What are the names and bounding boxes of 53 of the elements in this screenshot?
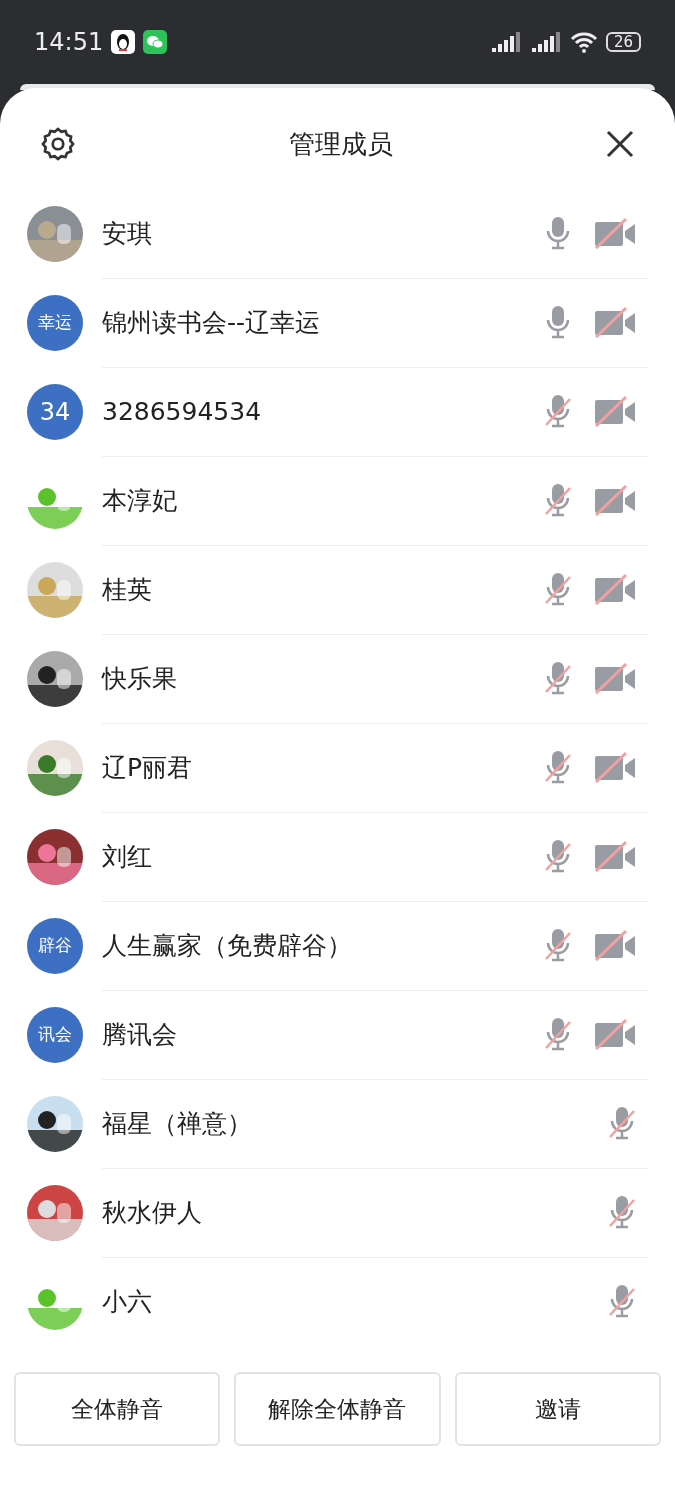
avatar-initials: 辟谷 [27,917,83,974]
member-name: 锦州读书会--辽幸运 [102,306,322,339]
camera-off-icon[interactable] [594,1018,636,1050]
action-button[interactable]: 邀请 [454,1372,661,1446]
action-button[interactable]: 解除全体静音 [234,1372,441,1446]
settings-icon[interactable] [40,126,76,162]
avatar-initials: 幸运 [27,294,83,351]
battery-level: 26 [605,32,641,52]
muted-mic-icon[interactable] [544,928,572,962]
member-name: 本淳妃 [102,484,178,517]
camera-off-icon[interactable] [594,662,636,694]
muted-mic-icon[interactable] [544,839,572,873]
member-name: 3286594534 [102,396,263,426]
member-name: 快乐果 [102,662,178,695]
action-button[interactable]: 全体静音 [14,1372,221,1446]
member-name: 福星（禅意） [102,1107,253,1140]
member-name: 秋水伊人 [102,1196,203,1229]
muted-mic-icon[interactable] [608,1284,636,1318]
muted-mic-icon[interactable] [608,1106,636,1140]
sheet-title: 管理成员 [288,127,393,161]
member-name: 辽P丽君 [102,751,194,784]
status-time: 14:51 [34,28,104,56]
muted-mic-icon[interactable] [544,394,572,428]
signal-icon [529,30,562,54]
muted-mic-icon[interactable] [544,483,572,517]
muted-mic-icon[interactable] [544,661,572,695]
signal-icon [489,30,522,54]
avatar-initials: 34 [27,383,83,440]
penguin-icon [111,30,136,54]
wifi-icon [569,30,598,54]
muted-mic-icon[interactable] [608,1195,636,1229]
camera-off-icon[interactable] [594,929,636,961]
camera-off-icon[interactable] [594,573,636,605]
camera-off-icon[interactable] [594,484,636,516]
muted-mic-icon[interactable] [544,750,572,784]
avatar-initials: 讯会 [27,1006,83,1063]
camera-off-icon[interactable] [594,395,636,427]
camera-off-icon[interactable] [594,306,636,338]
mic-icon[interactable] [544,216,572,250]
member-name: 安琪 [102,217,153,250]
muted-mic-icon[interactable] [544,572,572,606]
member-name: 刘红 [102,840,153,873]
muted-mic-icon[interactable] [544,1017,572,1051]
member-name: 桂英 [102,573,153,606]
camera-off-icon[interactable] [594,751,636,783]
member-name: 小六 [102,1285,153,1318]
member-name: 腾讯会 [102,1018,178,1051]
member-name: 人生赢家（免费辟谷） [102,929,353,962]
camera-off-icon[interactable] [594,840,636,872]
chat-app-icon [143,30,168,54]
close-icon[interactable] [605,129,635,159]
mic-icon[interactable] [544,305,572,339]
camera-off-icon[interactable] [594,217,636,249]
